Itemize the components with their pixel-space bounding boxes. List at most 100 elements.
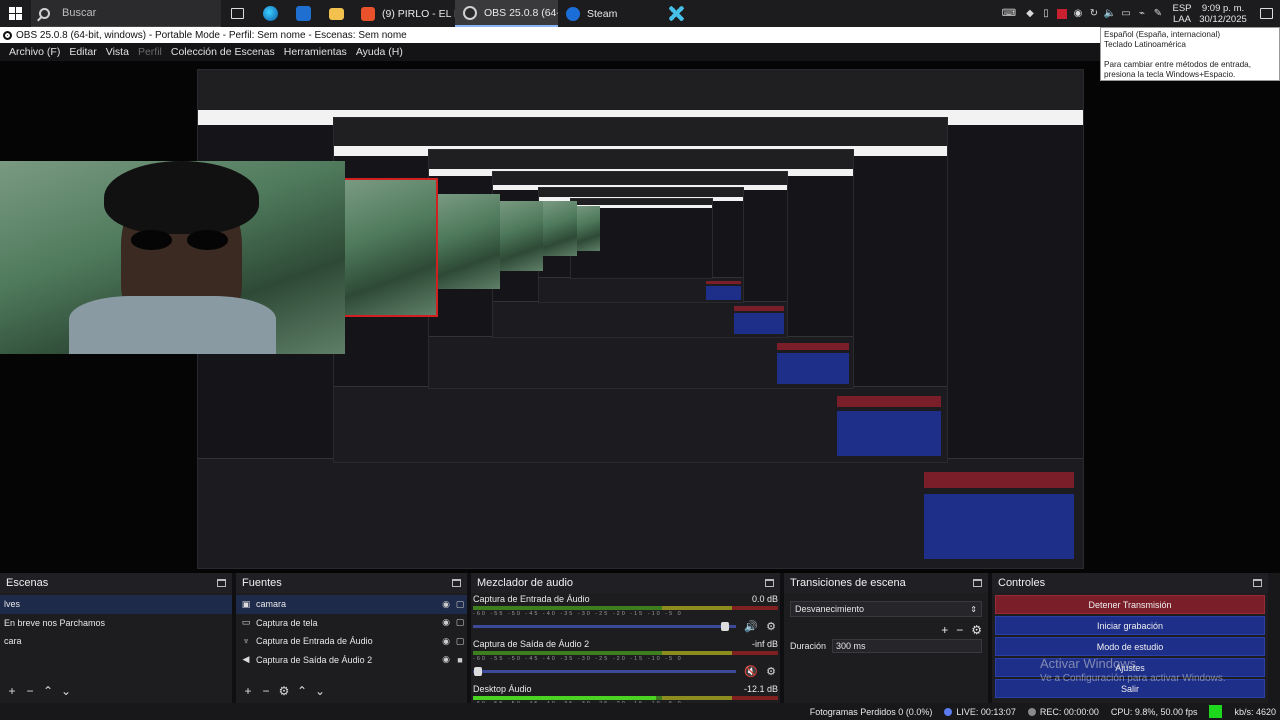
- transition-select[interactable]: Desvanecimiento ⇕: [790, 601, 982, 617]
- channel-db: 0.0 dB: [751, 594, 778, 604]
- remove-transition-button[interactable]: −: [956, 623, 963, 637]
- unlock-icon[interactable]: ▢: [453, 599, 467, 610]
- store-icon: [296, 6, 311, 21]
- live-icon: [944, 708, 953, 717]
- tray-volume-icon[interactable]: 🔈: [1102, 0, 1118, 27]
- notification-center-button[interactable]: [1252, 0, 1280, 27]
- muted-speaker-icon[interactable]: 🔇: [744, 665, 758, 678]
- source-settings-icon[interactable]: ⚙: [277, 684, 291, 698]
- start-recording-button[interactable]: Iniciar grabación: [995, 616, 1265, 635]
- remove-source-button[interactable]: −: [259, 684, 273, 698]
- tray-pen-icon[interactable]: ✎: [1150, 0, 1166, 27]
- windows-activation-watermark: Activar Windows Ve a Configuración para …: [1040, 656, 1226, 686]
- start-recording-label: Iniciar grabación: [1096, 620, 1164, 631]
- obs-logo-icon: [3, 30, 12, 40]
- source-item[interactable]: ♆ Captura de Entrada de Áudio ◉ ▢: [236, 632, 467, 651]
- scene-item[interactable]: cara: [0, 632, 232, 651]
- tooltip-line2: Teclado Latinoamérica: [1104, 40, 1186, 49]
- explorer-button[interactable]: [320, 0, 353, 27]
- edge-button[interactable]: [254, 0, 287, 27]
- tray-usb-icon[interactable]: ▯: [1038, 0, 1054, 27]
- duration-input[interactable]: 300 ms: [832, 639, 982, 653]
- menu-vista[interactable]: Vista: [106, 46, 129, 58]
- gear-icon[interactable]: ⚙: [971, 623, 982, 637]
- scene-item[interactable]: lves: [0, 595, 232, 614]
- camera-icon: ▣: [241, 598, 251, 609]
- obs-title-bar: OBS 25.0.8 (64-bit, windows) - Portable …: [0, 27, 1280, 43]
- studio-mode-button[interactable]: Modo de estudio: [995, 637, 1265, 656]
- lock-icon[interactable]: ■: [453, 655, 467, 665]
- source-item[interactable]: ▣ camara ◉ ▢: [236, 595, 467, 614]
- tray-refresh-icon[interactable]: ↻: [1086, 0, 1102, 27]
- tray-obs-icon[interactable]: ◉: [1070, 0, 1086, 27]
- menu-herramientas[interactable]: Herramientas: [284, 46, 347, 58]
- tray-network-icon[interactable]: ⌁: [1134, 0, 1150, 27]
- tray-display-icon[interactable]: ▭: [1118, 0, 1134, 27]
- eye-icon[interactable]: ◉: [439, 636, 453, 647]
- input-language-line1: ESP: [1172, 2, 1192, 14]
- tray-app-icon[interactable]: [1054, 0, 1070, 27]
- move-up-icon[interactable]: ⌃: [41, 684, 55, 698]
- meter-ticks: -60 -55 -50 -45 -40 -35 -30 -25 -20 -15 …: [473, 656, 683, 662]
- tray-keyboard-icon[interactable]: ⌨: [996, 0, 1022, 27]
- menu-coleccion[interactable]: Colección de Escenas: [171, 46, 275, 58]
- eye-icon[interactable]: ◉: [439, 599, 453, 610]
- move-down-icon[interactable]: ⌄: [59, 684, 73, 698]
- task-obs[interactable]: OBS 25.0.8 (64-bit, ...: [455, 0, 558, 27]
- scenes-dock: Escenas lves En breve nos Parchamos cara…: [0, 573, 236, 720]
- move-up-icon[interactable]: ⌃: [295, 684, 309, 698]
- stop-streaming-button[interactable]: Detener Transmisión: [995, 595, 1265, 614]
- edge-icon: [263, 6, 278, 21]
- obs-preview-canvas[interactable]: [0, 61, 1280, 573]
- transition-selected: Desvanecimiento: [795, 604, 865, 614]
- source-item[interactable]: ◀ Captura de Saída de Áudio 2 ◉ ■: [236, 651, 467, 670]
- taskbar-clock[interactable]: 9:09 p. m. 30/12/2025: [1194, 3, 1252, 25]
- volume-slider[interactable]: [473, 621, 736, 631]
- remove-scene-button[interactable]: −: [23, 684, 37, 698]
- undock-icon[interactable]: [452, 579, 461, 587]
- tray-steam-icon[interactable]: ◆: [1022, 0, 1038, 27]
- sources-dock-header: Fuentes: [236, 573, 467, 593]
- gear-icon[interactable]: ⚙: [764, 620, 778, 633]
- menu-archivo[interactable]: Archivo (F): [9, 46, 60, 58]
- task-steam[interactable]: Steam: [558, 0, 660, 27]
- unlock-icon[interactable]: ▢: [453, 617, 467, 628]
- menu-ayuda[interactable]: Ayuda (H): [356, 46, 403, 58]
- controls-dock: Controles Detener Transmisión Iniciar gr…: [992, 573, 1268, 720]
- speaker-icon[interactable]: 🔊: [744, 620, 758, 633]
- input-language[interactable]: ESP LAA: [1170, 3, 1194, 25]
- source-item[interactable]: ▭ Captura de tela ◉ ▢: [236, 614, 467, 633]
- move-down-icon[interactable]: ⌄: [313, 684, 327, 698]
- undock-icon[interactable]: [217, 579, 226, 587]
- mixer-dock-header: Mezclador de audio: [471, 573, 780, 593]
- undock-icon[interactable]: [765, 579, 774, 587]
- menu-editar[interactable]: Editar: [69, 46, 96, 58]
- volume-slider[interactable]: [473, 666, 736, 676]
- eye-icon[interactable]: ◉: [439, 617, 453, 628]
- transitions-dock: Transiciones de escena Desvanecimiento ⇕…: [784, 573, 992, 720]
- add-transition-button[interactable]: +: [941, 623, 948, 637]
- add-scene-button[interactable]: +: [5, 684, 19, 698]
- task-brave[interactable]: (9) PIRLO - EL FICTI...: [353, 0, 455, 27]
- obs-icon: [463, 5, 477, 20]
- store-button[interactable]: [287, 0, 320, 27]
- eye-icon[interactable]: ◉: [439, 654, 453, 665]
- pinned-app-button[interactable]: [660, 0, 693, 27]
- status-bar: Fotogramas Perdidos 0 (0.0%) LIVE: 00:13…: [0, 703, 1280, 720]
- obs-docks: Escenas lves En breve nos Parchamos cara…: [0, 573, 1280, 720]
- taskbar-search[interactable]: Buscar: [31, 0, 221, 27]
- gear-icon[interactable]: ⚙: [764, 665, 778, 678]
- add-source-button[interactable]: +: [241, 684, 255, 698]
- undock-icon[interactable]: [973, 579, 982, 587]
- window-title: OBS 25.0.8 (64-bit, windows) - Portable …: [16, 29, 407, 41]
- task-view-button[interactable]: [221, 0, 254, 27]
- channel-name: Captura de Entrada de Áudio: [473, 594, 590, 604]
- webcam-source[interactable]: [0, 161, 345, 354]
- sources-toolbar: + − ⚙ ⌃ ⌄: [236, 684, 327, 698]
- start-button[interactable]: [0, 0, 31, 27]
- bitrate-status: kb/s: 4620: [1234, 706, 1276, 717]
- unlock-icon[interactable]: ▢: [453, 636, 467, 647]
- menu-perfil[interactable]: Perfil: [138, 46, 162, 58]
- scene-item[interactable]: En breve nos Parchamos: [0, 614, 232, 633]
- undock-icon[interactable]: [1253, 579, 1262, 587]
